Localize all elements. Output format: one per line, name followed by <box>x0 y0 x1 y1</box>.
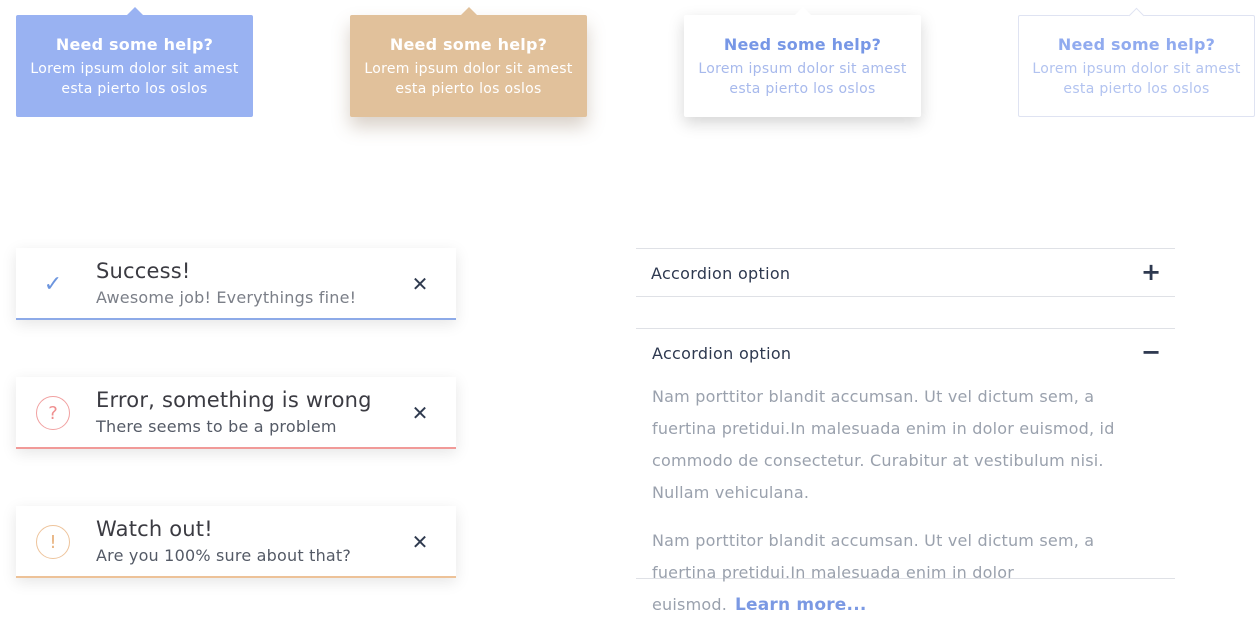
learn-more-link[interactable]: Learn more... <box>735 595 867 615</box>
accordion-label: Accordion option <box>652 344 792 363</box>
tooltip-white: Need some help? Lorem ipsum dolor sit am… <box>684 7 921 117</box>
tooltip-tan: Need some help? Lorem ipsum dolor sit am… <box>350 7 587 117</box>
accordion-content: Nam porttitor blandit accumsan. Ut vel d… <box>652 381 1152 637</box>
exclamation-circle-icon: ! <box>36 525 70 559</box>
accordion-item-expanded: Accordion option − Nam porttitor blandit… <box>636 328 1175 615</box>
tooltip-arrow <box>126 7 143 15</box>
tooltip-arrow <box>1128 7 1144 24</box>
tooltip-outline: Need some help? Lorem ipsum dolor sit am… <box>1018 7 1255 117</box>
alert-message: Are you 100% sure about that? <box>96 546 352 565</box>
alert-title: Error, something is wrong <box>96 388 372 412</box>
alert-title: Watch out! <box>96 517 213 541</box>
tooltip-title: Need some help? <box>1057 35 1216 54</box>
accordion-header[interactable]: Accordion option − <box>636 329 1175 377</box>
alert-error: ? Error, something is wrong There seems … <box>16 377 456 449</box>
accordion-paragraph: Nam porttitor blandit accumsan. Ut vel d… <box>652 525 1152 621</box>
tooltip-title: Need some help? <box>389 35 548 54</box>
plus-icon[interactable]: + <box>1141 260 1161 284</box>
minus-icon[interactable]: − <box>1141 340 1161 364</box>
close-icon[interactable]: ✕ <box>409 401 431 425</box>
tooltip-body: Lorem ipsum dolor sit amest esta pierto … <box>364 61 573 97</box>
accordion-header[interactable]: Accordion option + <box>636 249 1175 297</box>
accordion-label: Accordion option <box>651 264 791 283</box>
accordion-paragraph: Nam porttitor blandit accumsan. Ut vel d… <box>652 387 1115 502</box>
alert-success: ✓ Success! Awesome job! Everythings fine… <box>16 248 456 320</box>
tooltip-arrow <box>794 7 811 15</box>
close-icon[interactable]: ✕ <box>409 530 431 554</box>
tooltip-arrow <box>460 7 477 15</box>
alert-message: Awesome job! Everythings fine! <box>96 288 357 307</box>
tooltip-body: Lorem ipsum dolor sit amest esta pierto … <box>1032 61 1241 97</box>
alert-title: Success! <box>96 259 191 283</box>
alert-message: There seems to be a problem <box>96 417 337 436</box>
question-circle-icon: ? <box>36 396 70 430</box>
tooltip-body: Lorem ipsum dolor sit amest esta pierto … <box>698 61 907 97</box>
tooltip-title: Need some help? <box>55 35 214 54</box>
tooltip-title: Need some help? <box>723 35 882 54</box>
alert-warning: ! Watch out! Are you 100% sure about tha… <box>16 506 456 578</box>
accordion-item-collapsed: Accordion option + <box>636 248 1175 297</box>
check-icon: ✓ <box>43 271 63 297</box>
tooltip-blue: Need some help? Lorem ipsum dolor sit am… <box>16 7 253 117</box>
tooltip-body: Lorem ipsum dolor sit amest esta pierto … <box>30 61 239 97</box>
close-icon[interactable]: ✕ <box>409 272 431 296</box>
